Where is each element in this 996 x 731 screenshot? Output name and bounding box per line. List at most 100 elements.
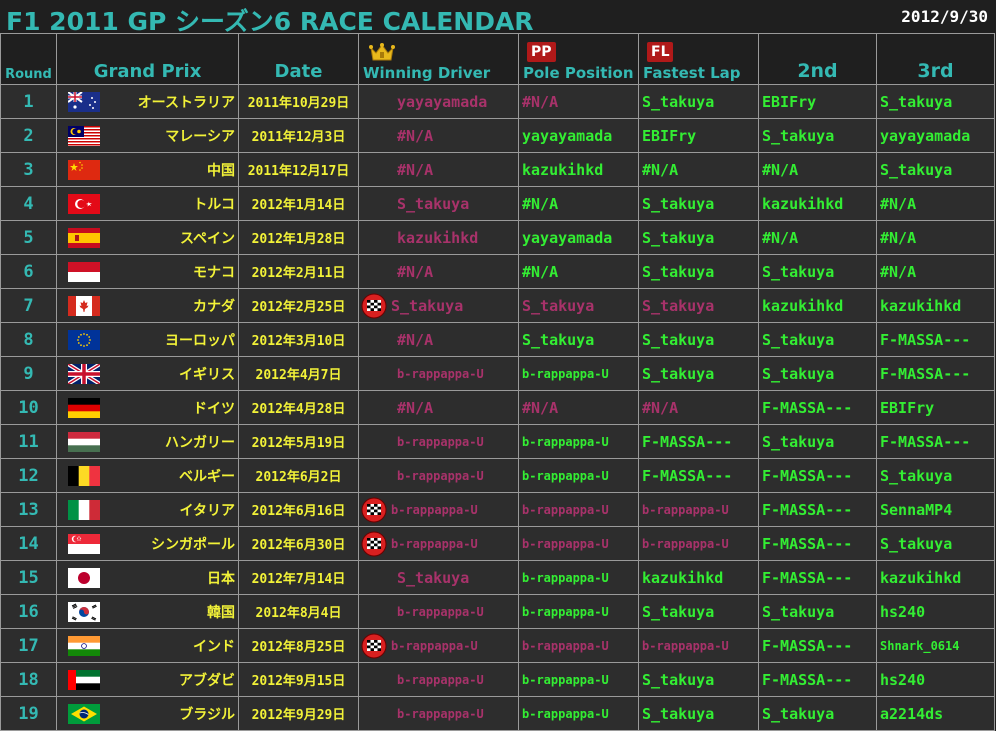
- round-number: 14: [0, 526, 57, 561]
- pole-position: yayayamada: [518, 220, 639, 255]
- checkered-flag-icon: [361, 633, 387, 658]
- third-place: a2214ds: [876, 696, 995, 731]
- fastest-lap: S_takuya: [638, 220, 759, 255]
- updated-date: 2012/9/30: [901, 7, 988, 26]
- winning-driver: b-rappappa-U: [397, 604, 484, 619]
- round-number: 12: [0, 458, 57, 493]
- flag-cell: [56, 458, 111, 493]
- col-header-grand-prix: Grand Prix: [56, 33, 239, 85]
- winning-driver: b-rappappa-U: [397, 672, 484, 687]
- round-number: 7: [0, 288, 57, 323]
- pole-position: b-rappappa-U: [518, 458, 639, 493]
- grand-prix-name: イタリア: [110, 492, 239, 527]
- fastest-lap: kazukihkd: [638, 560, 759, 595]
- grand-prix-name: アブダビ: [110, 662, 239, 697]
- checkered-flag-icon: [361, 293, 387, 318]
- fastest-lap: S_takuya: [638, 594, 759, 629]
- round-number: 6: [0, 254, 57, 289]
- table-row: 16 韓国 2012年8月4日 b-rappappa-U b-rappappa-U S_t…: [0, 594, 995, 629]
- third-place: F-MASSA---: [876, 424, 995, 459]
- race-date: 2012年6月2日: [238, 458, 359, 493]
- col-header-3rd: 3rd: [876, 33, 995, 85]
- winning-driver: b-rappappa-U: [391, 536, 478, 551]
- race-date: 2012年9月29日: [238, 696, 359, 731]
- pole-position: b-rappappa-U: [518, 424, 639, 459]
- grand-prix-name: トルコ: [110, 186, 239, 221]
- fastest-lap: S_takuya: [638, 662, 759, 697]
- table-row: 7 カナダ 2012年2月25日 S_takuya S_takuya S_takuya ka…: [0, 288, 995, 323]
- third-place: hs240: [876, 594, 995, 629]
- table-row: 2 マレーシア 2011年12月3日 #N/A yayayamada EBIFry S_ta…: [0, 118, 995, 153]
- pole-position: b-rappappa-U: [518, 662, 639, 697]
- third-place: S_takuya: [876, 458, 995, 493]
- pole-position: b-rappappa-U: [518, 560, 639, 595]
- flag-cell: [56, 118, 111, 153]
- flag-cell: [56, 662, 111, 697]
- race-date: 2012年2月11日: [238, 254, 359, 289]
- fastest-lap: F-MASSA---: [638, 458, 759, 493]
- grand-prix-name: シンガポール: [110, 526, 239, 561]
- grand-prix-name: イギリス: [110, 356, 239, 391]
- second-place: F-MASSA---: [758, 526, 877, 561]
- fastest-lap: S_takuya: [638, 84, 759, 119]
- third-place: F-MASSA---: [876, 356, 995, 391]
- uae-flag-icon: [67, 669, 100, 690]
- fl-badge-icon: FL: [647, 42, 674, 62]
- flag-cell: [56, 152, 111, 187]
- third-place: SennaMP4: [876, 492, 995, 527]
- winning-driver: S_takuya: [397, 568, 470, 587]
- second-place: S_takuya: [758, 356, 877, 391]
- table-row: 13 イタリア 2012年6月16日 b-rappappa-U b-rappappa-U…: [0, 492, 995, 527]
- china-flag-icon: [67, 159, 100, 180]
- table-row: 11 ハンガリー 2012年5月19日 b-rappappa-U b-rappappa-…: [0, 424, 995, 459]
- second-place: F-MASSA---: [758, 662, 877, 697]
- round-number: 3: [0, 152, 57, 187]
- second-place: F-MASSA---: [758, 628, 877, 663]
- winning-driver-cell: #N/A: [358, 152, 519, 187]
- winning-driver: #N/A: [397, 262, 434, 281]
- table-row: 17 インド 2012年8月25日 b-rappappa-U b-rappappa-U b…: [0, 628, 995, 663]
- table-row: 14 シンガポール 2012年6月30日 b-rappappa-U b-rappappa…: [0, 526, 995, 561]
- grand-prix-name: カナダ: [110, 288, 239, 323]
- winning-driver: b-rappappa-U: [397, 468, 484, 483]
- round-number: 17: [0, 628, 57, 663]
- round-number: 5: [0, 220, 57, 255]
- flag-cell: [56, 628, 111, 663]
- round-number: 9: [0, 356, 57, 391]
- winning-driver-cell: b-rappappa-U: [358, 424, 519, 459]
- third-place: Shnark_0614: [876, 628, 995, 663]
- table-row: 5 スペイン 2012年1月28日 kazukihkd yayayamada S_taku…: [0, 220, 995, 255]
- australia-flag-icon: [67, 91, 100, 112]
- winning-driver-cell: b-rappappa-U: [358, 696, 519, 731]
- winning-driver-cell: b-rappappa-U: [358, 458, 519, 493]
- winning-driver: b-rappappa-U: [391, 502, 478, 517]
- third-place: kazukihkd: [876, 560, 995, 595]
- pole-position: kazukihkd: [518, 152, 639, 187]
- second-place: F-MASSA---: [758, 458, 877, 493]
- table-row: 12 ベルギー 2012年6月2日 b-rappappa-U b-rappappa-U F…: [0, 458, 995, 493]
- fastest-lap: #N/A: [638, 152, 759, 187]
- fastest-lap: #N/A: [638, 390, 759, 425]
- round-number: 4: [0, 186, 57, 221]
- round-number: 8: [0, 322, 57, 357]
- flag-cell: [56, 322, 111, 357]
- flag-cell: [56, 254, 111, 289]
- fastest-lap: S_takuya: [638, 322, 759, 357]
- belgium-flag-icon: [67, 465, 100, 486]
- race-date: 2012年8月4日: [238, 594, 359, 629]
- second-place: kazukihkd: [758, 186, 877, 221]
- flag-cell: [56, 492, 111, 527]
- winning-driver-cell: #N/A: [358, 254, 519, 289]
- second-place: #N/A: [758, 152, 877, 187]
- fastest-lap: EBIFry: [638, 118, 759, 153]
- japan-flag-icon: [67, 567, 100, 588]
- italy-flag-icon: [67, 499, 100, 520]
- flag-cell: [56, 526, 111, 561]
- race-date: 2012年1月14日: [238, 186, 359, 221]
- third-place: F-MASSA---: [876, 322, 995, 357]
- flag-cell: [56, 424, 111, 459]
- title-bar: F1 2011 GP シーズン6 RACE CALENDAR 2012/9/30: [0, 0, 996, 36]
- checkered-flag-icon: [361, 531, 387, 556]
- winning-driver-cell: kazukihkd: [358, 220, 519, 255]
- grand-prix-name: ベルギー: [110, 458, 239, 493]
